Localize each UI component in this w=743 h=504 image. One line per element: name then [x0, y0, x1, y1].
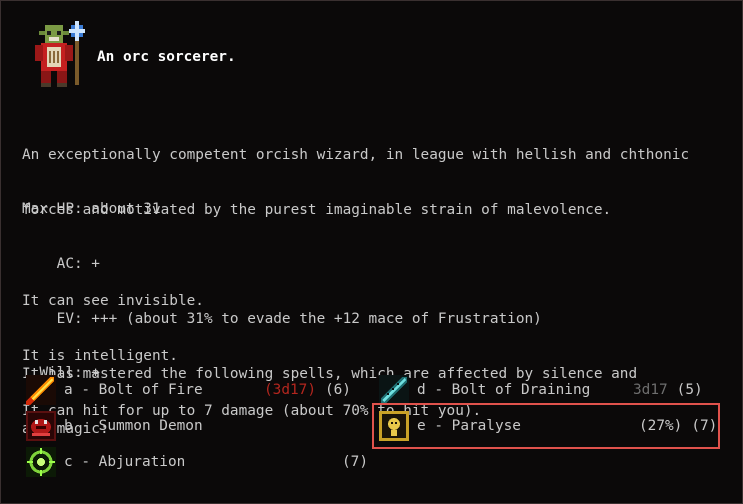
spell-paralyse[interactable]: e - Paralyse (27%) (7) — [379, 410, 717, 442]
spell-range: (5) — [676, 381, 703, 398]
bolt-of-fire-icon — [26, 375, 56, 405]
spell-range: (6) — [324, 381, 351, 398]
trait-line: It can see invisible. — [22, 293, 204, 310]
spell-abjuration[interactable]: c - Abjuration (7) — [26, 446, 368, 478]
spell-range: (7) — [691, 417, 718, 434]
monster-name: An orc sorcerer. — [97, 49, 236, 65]
spell-bolt-of-draining[interactable]: d - Bolt of Draining 3d17 (5) — [379, 374, 703, 406]
stat-hp: Max HP: about 31 — [22, 201, 161, 218]
spell-damage: 3d17 — [633, 381, 668, 398]
spell-label: b - Summon Demon — [64, 417, 203, 434]
summon-demon-icon — [26, 411, 56, 441]
spell-damage: (3d17) — [264, 381, 316, 398]
description-line: An exceptionally competent orcish wizard… — [22, 147, 690, 164]
spell-hit-chance: (27%) — [639, 417, 683, 434]
monster-info-panel: An orc sorcerer. An exceptionally compet… — [0, 0, 743, 504]
spell-range: (7) — [342, 453, 368, 470]
spell-label: c - Abjuration — [64, 453, 186, 470]
orc-sorcerer-portrait — [35, 21, 85, 87]
spell-bolt-of-fire[interactable]: a - Bolt of Fire (3d17) (6) — [26, 374, 351, 406]
paralyse-icon — [379, 411, 409, 441]
spell-label: e - Paralyse — [417, 417, 521, 434]
spell-label: a - Bolt of Fire — [64, 381, 203, 398]
spell-label: d - Bolt of Draining — [417, 381, 591, 398]
bolt-of-draining-icon — [379, 375, 409, 405]
spell-summon-demon[interactable]: b - Summon Demon — [26, 410, 203, 442]
abjuration-icon — [26, 447, 56, 477]
